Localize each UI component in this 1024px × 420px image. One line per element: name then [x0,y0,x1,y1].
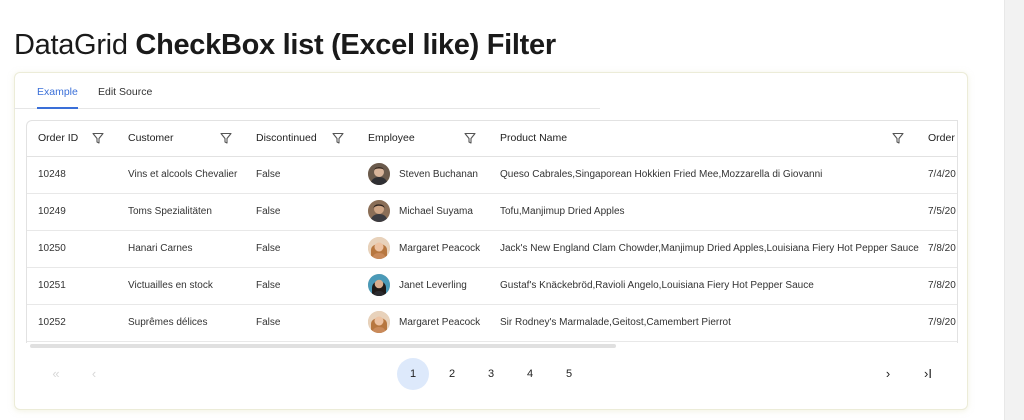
filter-icon[interactable] [332,132,344,144]
page-button-4[interactable]: 4 [514,358,546,390]
first-page-button[interactable]: « [44,358,68,390]
cell-order-id: 10250 [38,243,66,254]
cell-product-name: Sir Rodney's Marmalade,Geitost,Camembert… [500,317,731,328]
tab-bar: Example Edit Source [14,78,600,109]
employee-avatar [368,237,390,259]
cell-product-name: Jack's New England Clam Chowder,Manjimup… [500,243,919,254]
page-title: DataGrid CheckBox list (Excel like) Filt… [14,27,556,63]
table-row[interactable]: 10252 Suprêmes délices False Margaret Pe… [27,304,957,342]
cell-product-name: Queso Cabrales,Singaporean Hokkien Fried… [500,169,823,180]
cell-employee: Margaret Peacock [399,317,481,328]
cell-order-id: 10252 [38,317,66,328]
next-page-button[interactable]: › [876,358,900,390]
column-header-employee[interactable]: Employee [368,121,415,156]
filter-icon[interactable] [464,132,476,144]
cell-order-date: 7/8/20 [928,280,956,291]
page-title-prefix: DataGrid [14,29,128,61]
employee-avatar [368,200,390,222]
prev-page-button[interactable]: ‹ [82,358,106,390]
cell-order-id: 10248 [38,169,66,180]
cell-employee: Michael Suyama [399,206,473,217]
employee-avatar [368,274,390,296]
cell-order-date: 7/8/20 [928,243,956,254]
column-header-customer[interactable]: Customer [128,121,174,156]
horizontal-scrollbar[interactable] [30,344,616,348]
data-grid: Order ID Customer Discontinued Employee … [26,120,958,343]
cell-employee: Janet Leverling [399,280,467,291]
filter-icon[interactable] [220,132,232,144]
cell-discontinued: False [256,280,281,291]
employee-avatar [368,311,390,333]
page-button-5[interactable]: 5 [553,358,585,390]
cell-order-date: 7/9/20 [928,317,956,328]
pagination: « ‹ 1 2 3 4 5 › ›I [0,356,1004,392]
tab-edit-source[interactable]: Edit Source [98,78,152,106]
cell-discontinued: False [256,169,281,180]
column-header-order-id[interactable]: Order ID [38,121,78,156]
cell-discontinued: False [256,243,281,254]
table-row[interactable]: 10249 Toms Spezialitäten False Michael S… [27,193,957,231]
page-scrollbar[interactable] [1004,0,1024,420]
last-page-button[interactable]: ›I [916,358,940,390]
cell-customer: Suprêmes délices [128,317,208,328]
cell-product-name: Gustaf's Knäckebröd,Ravioli Angelo,Louis… [500,280,814,291]
tab-example[interactable]: Example [37,78,78,109]
grid-header: Order ID Customer Discontinued Employee … [27,121,957,157]
cell-employee: Steven Buchanan [399,169,478,180]
cell-order-date: 7/5/20 [928,206,956,217]
cell-order-id: 10249 [38,206,66,217]
cell-discontinued: False [256,317,281,328]
column-header-order-date[interactable]: Order I [928,121,957,156]
filter-icon[interactable] [892,132,904,144]
cell-order-date: 7/4/20 [928,169,956,180]
employee-avatar [368,163,390,185]
column-header-discontinued[interactable]: Discontinued [256,121,317,156]
cell-order-id: 10251 [38,280,66,291]
page-title-main: CheckBox list (Excel like) Filter [135,29,556,61]
cell-employee: Margaret Peacock [399,243,481,254]
cell-customer: Victuailles en stock [128,280,213,291]
table-row[interactable]: 10251 Victuailles en stock False Janet L… [27,267,957,305]
table-row[interactable]: 10248 Vins et alcools Chevalier False St… [27,156,957,194]
filter-icon[interactable] [92,132,104,144]
page-button-1[interactable]: 1 [397,358,429,390]
cell-customer: Hanari Carnes [128,243,193,254]
cell-customer: Toms Spezialitäten [128,206,212,217]
table-row[interactable]: 10250 Hanari Carnes False Margaret Peaco… [27,230,957,268]
column-header-product-name[interactable]: Product Name [500,121,567,156]
cell-customer: Vins et alcools Chevalier [128,169,238,180]
cell-product-name: Tofu,Manjimup Dried Apples [500,206,625,217]
cell-discontinued: False [256,206,281,217]
page-button-3[interactable]: 3 [475,358,507,390]
page-button-2[interactable]: 2 [436,358,468,390]
